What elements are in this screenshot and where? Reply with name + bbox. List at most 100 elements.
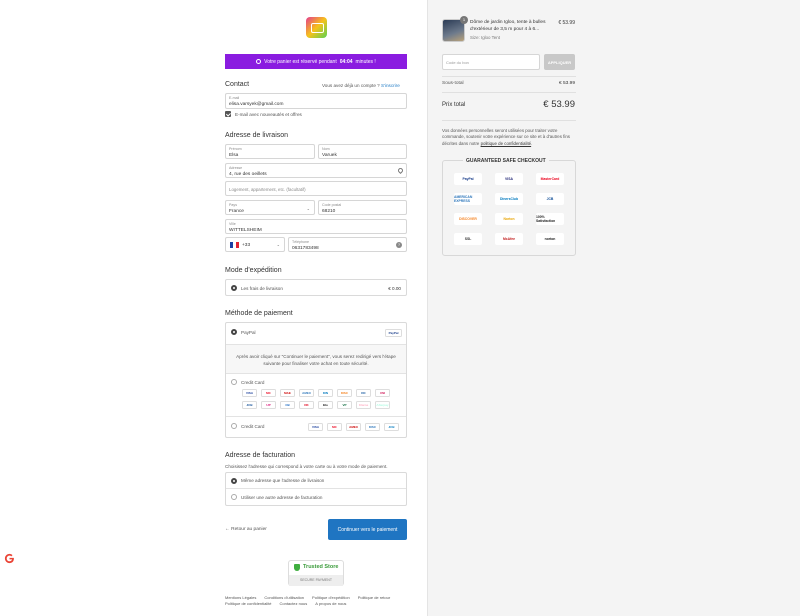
guaranteed-checkout-box: GUARANTEED SAFE CHECKOUT PayPal VISA Maste… <box>442 158 576 256</box>
delivery-option[interactable]: Les frais de livraison € 0.00 <box>225 279 407 296</box>
city-value: WITTELSHEIM <box>229 227 262 233</box>
credit-card-radio-1[interactable] <box>231 379 237 385</box>
newsletter-label: E-mail avec nouveautés et offres <box>235 112 302 117</box>
card-logo-icon-jcb: JCB <box>242 401 257 409</box>
phone-field[interactable]: Téléphone 0631783498 ? <box>288 237 407 252</box>
paypal-info-panel: Après avoir cliqué sur "Continuer le pai… <box>226 344 406 374</box>
card-logo-icon-mc: MC <box>327 423 342 431</box>
product-price: € 53.99 <box>558 20 575 26</box>
credit-card-radio-2[interactable] <box>231 423 237 429</box>
continue-to-payment-button[interactable]: Continuer vers le paiement <box>328 519 407 540</box>
card-logo-icon-mae: MAE <box>280 389 295 397</box>
address-field[interactable]: Adresse 4, rue des oeillets <box>225 163 407 178</box>
footer-link[interactable]: Conditions d'utilisation <box>264 595 304 600</box>
paypal-logo-icon: PayPal <box>385 329 402 337</box>
credit-card-option-2[interactable]: Credit Card VISA MC AMEX DISC JCB <box>226 417 406 438</box>
card-logo-icon-jcb: JCB <box>384 423 399 431</box>
apartment-placeholder: Logement, appartement, etc. (facultatif) <box>229 186 306 192</box>
trust-logo-icon-10: McAfee <box>495 233 523 245</box>
footer-link[interactable]: Politique de confidentialité <box>225 601 271 606</box>
trust-logo-icon-11: norton <box>536 233 564 245</box>
back-to-cart-link[interactable]: ← Retour au panier <box>225 527 267 532</box>
card-logo-icon-mc: MC <box>261 389 276 397</box>
total-value: € 53.99 <box>543 99 575 110</box>
product-variant: Size: Igloo Tent <box>470 35 500 40</box>
privacy-notice: Vos données personnelles seront utilisée… <box>442 128 570 146</box>
trusted-store-badge[interactable]: Trusted Store SECURE PAYMENT <box>288 560 344 586</box>
credit-card-label-2: Credit Card <box>241 423 265 429</box>
first-name-field[interactable]: Prénom Elsa <box>225 144 315 159</box>
billing-same-radio[interactable] <box>231 478 237 484</box>
delivery-radio[interactable] <box>231 285 237 291</box>
footer-link[interactable]: Mentions Légales <box>225 595 256 600</box>
card-logo-icon-visa: VISA <box>242 389 257 397</box>
location-pin-icon[interactable] <box>396 166 405 175</box>
product-qty-badge: 1 <box>460 16 468 24</box>
newsletter-checkbox[interactable] <box>225 111 231 117</box>
store-logo[interactable] <box>306 17 327 38</box>
city-label: Ville <box>229 222 236 226</box>
trust-logo-icon-4: DinersClub <box>495 193 523 205</box>
postal-code-field[interactable]: Code postal 68210 <box>318 200 407 215</box>
subtotal-value: € 53.99 <box>558 81 575 86</box>
paypal-label: PayPal <box>241 329 256 335</box>
card-logo-icon-vp: VP <box>337 401 352 409</box>
card-logo-icon-disc: DISC <box>337 389 352 397</box>
cart-timer-banner: Votre panier est réservé pendant 04:04 m… <box>225 54 407 69</box>
card-logo-icon-din: DIN <box>318 389 333 397</box>
privacy-link[interactable]: politique de confidentialité <box>481 141 532 146</box>
first-name-value: Elsa <box>229 152 239 158</box>
footer-links-row1: Mentions Légales Conditions d'utilisation… <box>225 595 390 600</box>
card-logo-icon-uni: UNI <box>375 389 390 397</box>
city-field[interactable]: Ville WITTELSHEIM <box>225 219 407 234</box>
card-logo-icon-up: UP <box>261 401 276 409</box>
credit-card-option-1[interactable]: Credit Card VISA MC MAE AMEX DIN DISC DC UNI JCB… <box>226 374 406 417</box>
have-account-line: Vous avez déjà un compte ? S'inscrire <box>322 83 400 88</box>
last-name-value: Varuek <box>322 152 337 158</box>
card-logo-icon-afterpay: Afterpay <box>375 401 390 409</box>
footer-link[interactable]: Contactez nous <box>279 601 307 606</box>
credit-card-label-1: Credit Card <box>241 379 265 385</box>
footer-link[interactable]: Politique de retour <box>358 595 390 600</box>
card-logo-icon-cb: CB <box>280 401 295 409</box>
card-logo-icon-amex: AMEX <box>346 423 361 431</box>
phone-country-select[interactable]: +33 ⌄ <box>225 237 285 252</box>
coupon-input[interactable]: Code du bon <box>442 54 540 70</box>
paypal-option[interactable]: PayPal PayPal <box>226 323 406 344</box>
help-icon[interactable]: ? <box>396 242 402 248</box>
email-value: elisa.varsyek@gmail.com <box>229 101 284 107</box>
footer-link[interactable]: A propos de nous <box>315 601 346 606</box>
google-icon[interactable] <box>4 553 15 564</box>
paypal-info-text: Après avoir cliqué sur "Continuer le pai… <box>236 354 396 367</box>
apply-coupon-button[interactable]: APPLIQUER <box>544 54 575 70</box>
country-select[interactable]: Pays France ⌄ <box>225 200 315 215</box>
phone-prefix: +33 <box>242 242 251 248</box>
payment-title: Méthode de paiement <box>225 310 293 317</box>
timer-time: 04:04 <box>339 58 353 65</box>
country-label: Pays <box>229 203 237 207</box>
subtotal-label: Sous-total <box>442 81 464 86</box>
postal-value: 68210 <box>322 208 336 214</box>
footer-link[interactable]: Politique d'expédition <box>312 595 350 600</box>
paypal-radio[interactable] <box>231 329 237 335</box>
email-field[interactable]: E-mail elisa.varsyek@gmail.com <box>225 93 407 109</box>
trust-logo-icon-0: PayPal <box>454 173 482 185</box>
apartment-field[interactable]: Logement, appartement, etc. (facultatif) <box>225 181 407 196</box>
footer-links-row2: Politique de confidentialité Contactez no… <box>225 601 346 606</box>
clock-icon <box>256 59 262 64</box>
billing-other-radio[interactable] <box>231 494 237 500</box>
trust-logo-icon-5: JCB <box>536 193 564 205</box>
secure-payment-label: SECURE PAYMENT <box>289 575 343 586</box>
total-label: Prix total <box>442 102 466 108</box>
shield-check-icon <box>294 564 300 571</box>
billing-other-option[interactable]: Utiliser une autre adresse de facturatio… <box>226 489 406 505</box>
continue-label: Continuer vers le paiement <box>337 526 398 533</box>
billing-same-option[interactable]: Même adresse que l'adresse de livraison <box>226 473 406 489</box>
chevron-down-icon: ⌄ <box>306 206 310 211</box>
login-link[interactable]: S'inscrire <box>381 83 400 88</box>
checkout-form-column: Votre panier est réservé pendant 04:04 m… <box>0 0 427 616</box>
trusted-store-label: Trusted Store <box>303 564 339 570</box>
last-name-field[interactable]: Nom Varuek <box>318 144 407 159</box>
trust-logo-icon-8: 100% Satisfaction <box>536 213 564 225</box>
arrow-left-icon: ← <box>225 527 230 532</box>
